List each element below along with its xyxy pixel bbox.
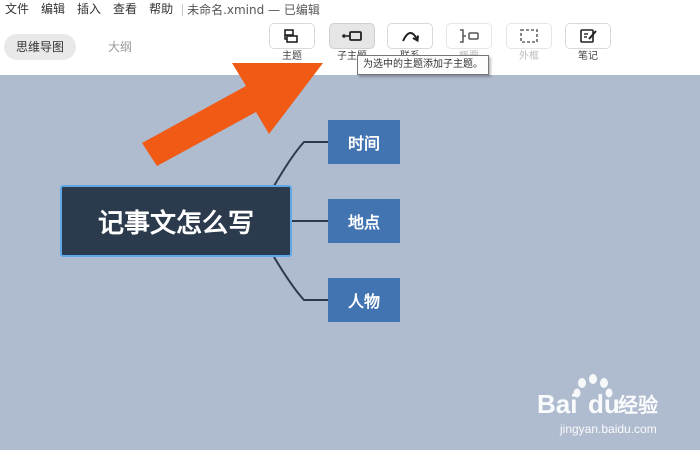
watermark-brand-left: Bai xyxy=(537,389,577,419)
watermark-brand-right: du xyxy=(588,389,620,419)
baidu-watermark: Bai du 经验 jingyan.baidu.com xyxy=(537,374,658,436)
watermark-url: jingyan.baidu.com xyxy=(559,422,657,436)
watermark-brand-cn: 经验 xyxy=(618,393,658,417)
